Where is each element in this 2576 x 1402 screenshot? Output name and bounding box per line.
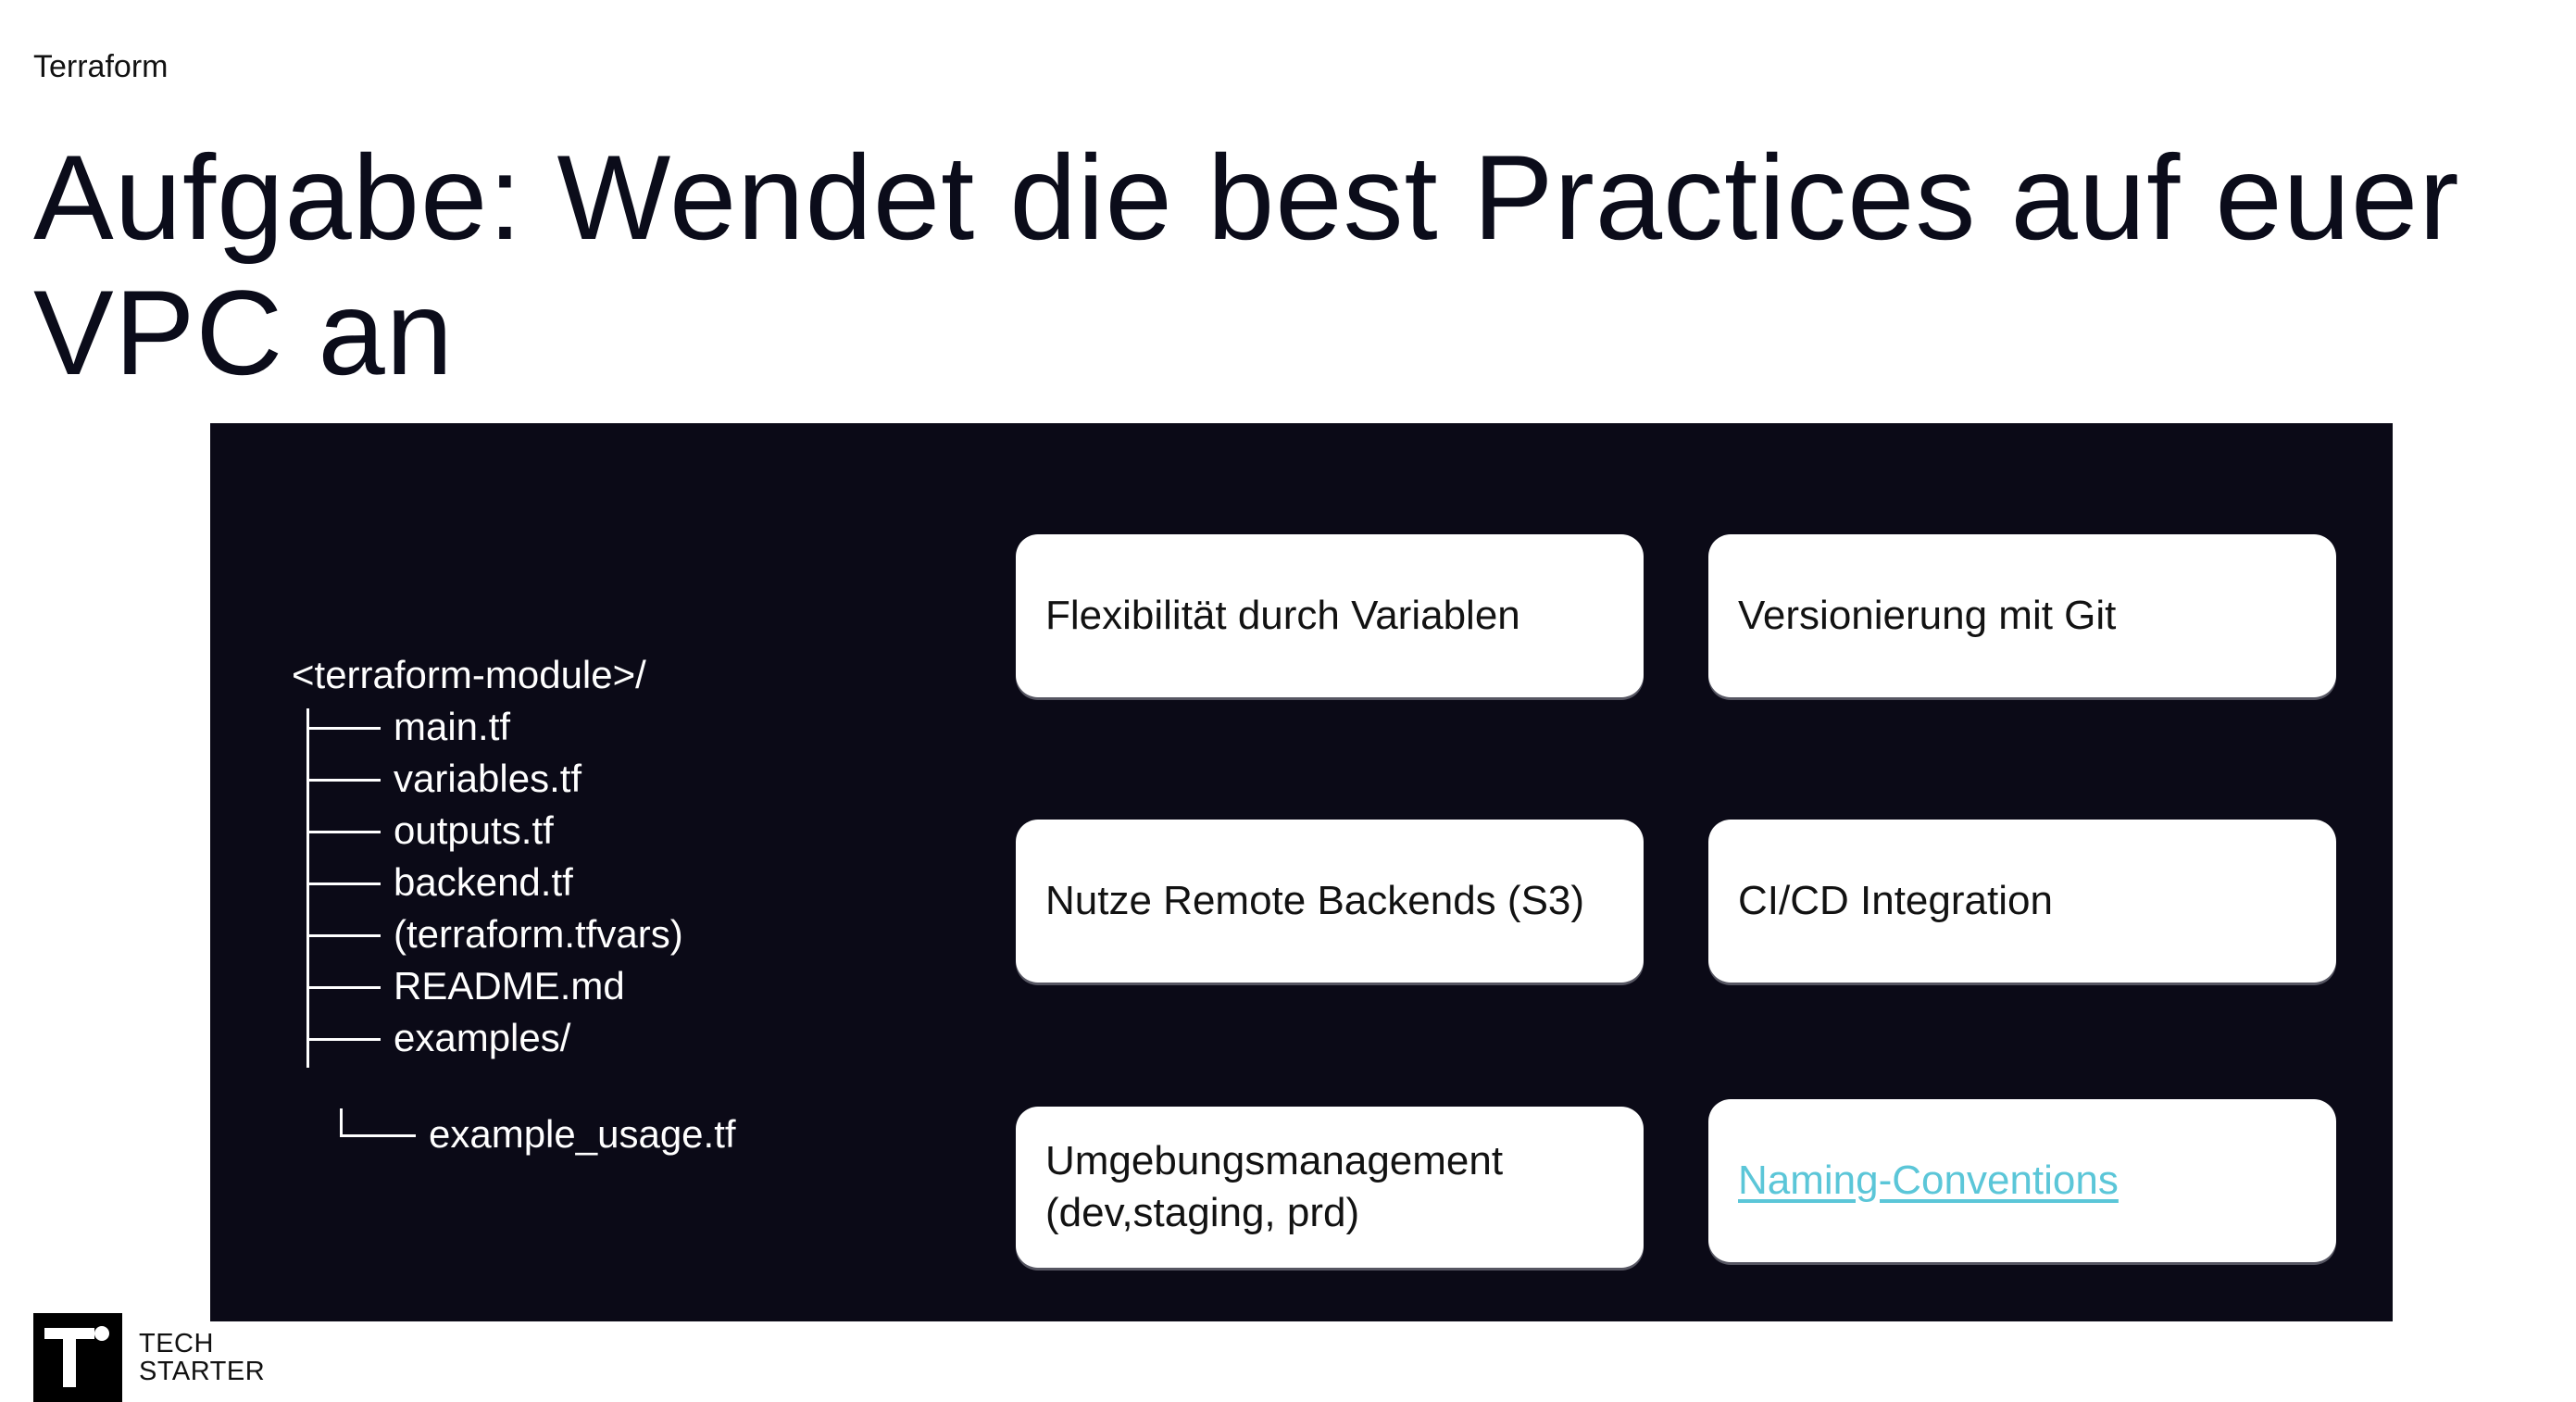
card-remote-backends: Nutze Remote Backends (S3) <box>1016 820 1644 983</box>
tree-item-label: outputs.tf <box>394 808 554 852</box>
best-practices-diagram: <terraform-module>/ main.tf variables.tf… <box>210 423 2393 1321</box>
tree-root-folder: <terraform-module>/ <box>292 653 646 696</box>
card-label: CI/CD Integration <box>1738 878 2053 923</box>
tree-item-label: README.md <box>394 964 625 1008</box>
tree-item-label: (terraform.tfvars) <box>394 912 683 956</box>
card-cicd-integration: CI/CD Integration <box>1708 820 2336 983</box>
card-label: Umgebungsmanagement (dev,staging, prd) <box>1045 1135 1503 1239</box>
tree-elbow-horizontal <box>340 1134 416 1137</box>
tree-item-label: variables.tf <box>394 757 582 800</box>
card-label-line1: Umgebungsmanagement <box>1045 1138 1504 1183</box>
tree-trunk-line <box>306 708 309 1068</box>
brand-name: TECH STARTER <box>139 1330 265 1385</box>
tree-branch-line <box>306 986 381 989</box>
brand-line-1: TECH <box>139 1329 214 1358</box>
brand-line-2: STARTER <box>139 1357 266 1386</box>
card-naming-conventions: Naming-Conventions <box>1708 1099 2336 1262</box>
tree-item-label: main.tf <box>394 705 511 748</box>
section-label: Terraform <box>33 49 169 84</box>
card-label-line2: (dev,staging, prd) <box>1045 1190 1360 1235</box>
naming-conventions-link[interactable]: Naming-Conventions <box>1738 1155 2119 1207</box>
card-environment-management: Umgebungsmanagement (dev,staging, prd) <box>1016 1107 1644 1268</box>
slide-title: Aufgabe: Wendet die best Practices auf e… <box>33 130 2460 400</box>
card-label: Flexibilität durch Variablen <box>1045 593 1520 638</box>
tree-branch-line <box>306 831 381 833</box>
tree-branch-line <box>306 934 381 937</box>
techstarter-logo-icon <box>33 1313 122 1402</box>
tree-item-label: example_usage.tf <box>429 1112 736 1156</box>
card-label: Versionierung mit Git <box>1738 593 2117 638</box>
tree-item-label: examples/ <box>394 1016 571 1059</box>
tree-branch-line <box>306 779 381 782</box>
card-label: Nutze Remote Backends (S3) <box>1045 878 1585 923</box>
card-git-versioning: Versionierung mit Git <box>1708 534 2336 697</box>
card-variables-flexibility: Flexibilität durch Variablen <box>1016 534 1644 697</box>
logo-t-dot <box>94 1326 109 1341</box>
logo-t-stem <box>63 1328 76 1387</box>
tree-branch-line <box>306 1038 381 1041</box>
tree-branch-line <box>306 727 381 730</box>
tree-item-label: backend.tf <box>394 860 573 904</box>
tree-branch-line <box>306 883 381 885</box>
tree-elbow-vertical <box>340 1108 343 1136</box>
